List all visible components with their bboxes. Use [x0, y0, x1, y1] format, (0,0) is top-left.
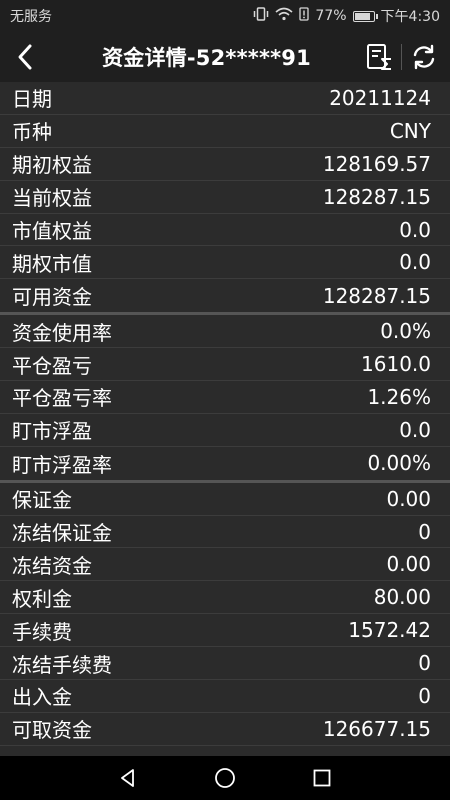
group-profit: 资金使用率 0.0% 平仓盈亏 1610.0 平仓盈亏率 1.26% 盯市浮盈 0.0 … — [0, 315, 450, 480]
refresh-icon — [413, 44, 435, 70]
list-item: 保证金 0.00 — [0, 482, 450, 516]
list-item: 币种 CNY — [0, 114, 450, 148]
top-app-bar: 资金详情-52*****91 — [0, 32, 450, 82]
fund-detail-list[interactable]: 日期 20211124 币种 CNY 期初权益 128169.57 当前权益 12828… — [0, 82, 450, 756]
summary-button[interactable] — [357, 32, 401, 82]
list-item: 期初权益 128169.57 — [0, 147, 450, 181]
list-item: 市值权益 0.0 — [0, 213, 450, 247]
list-item: 冻结资金 0.00 — [0, 548, 450, 582]
page-title: 资金详情-52*****91 — [102, 46, 311, 70]
list-item: 冻结保证金 0 — [0, 515, 450, 549]
back-button[interactable] — [0, 32, 50, 82]
wifi-icon — [275, 7, 293, 25]
triangle-back-icon — [121, 769, 135, 787]
chevron-left-icon — [18, 44, 32, 70]
list-item: 可用资金 128287.15 — [0, 279, 450, 313]
list-item: 当前权益 128287.15 — [0, 180, 450, 214]
system-nav-bar — [0, 756, 450, 800]
list-item: 日期 20211124 — [0, 82, 450, 115]
list-item: 出入金 0 — [0, 680, 450, 713]
group-margin: 保证金 0.00 冻结保证金 0 冻结资金 0.00 权利金 80.00 手续费 1572… — [0, 482, 450, 746]
list-item: 平仓盈亏率 1.26% — [0, 381, 450, 414]
nav-home-button[interactable] — [205, 758, 245, 798]
list-item: 手续费 1572.42 — [0, 614, 450, 648]
list-item: 冻结手续费 0 — [0, 647, 450, 681]
circle-home-icon — [215, 768, 235, 788]
clock: 下午4:30 — [380, 9, 440, 25]
list-item: 平仓盈亏 1610.0 — [0, 348, 450, 382]
list-item: 可取资金 126677.15 — [0, 712, 450, 746]
square-recents-icon — [313, 769, 331, 787]
status-icons: 77% 下午4:30 — [253, 6, 440, 26]
battery-percent: 77% — [315, 8, 347, 24]
list-item: 盯市浮盈率 0.00% — [0, 446, 450, 480]
nav-recents-button[interactable] — [302, 758, 342, 798]
vibrate-icon — [253, 7, 269, 25]
alert-icon — [299, 7, 310, 25]
list-item: 权利金 80.00 — [0, 581, 450, 615]
list-item: 资金使用率 0.0% — [0, 315, 450, 349]
status-bar: 无服务 77% 下午4:30 — [0, 0, 450, 32]
nav-back-button[interactable] — [108, 758, 148, 798]
carrier-text: 无服务 — [10, 9, 52, 25]
battery-icon — [352, 10, 378, 22]
list-sum-icon — [367, 44, 391, 70]
refresh-button[interactable] — [402, 32, 446, 82]
list-item: 期权市值 0.0 — [0, 246, 450, 280]
group-equity: 日期 20211124 币种 CNY 期初权益 128169.57 当前权益 12828… — [0, 82, 450, 313]
list-item: 盯市浮盈 0.0 — [0, 413, 450, 447]
